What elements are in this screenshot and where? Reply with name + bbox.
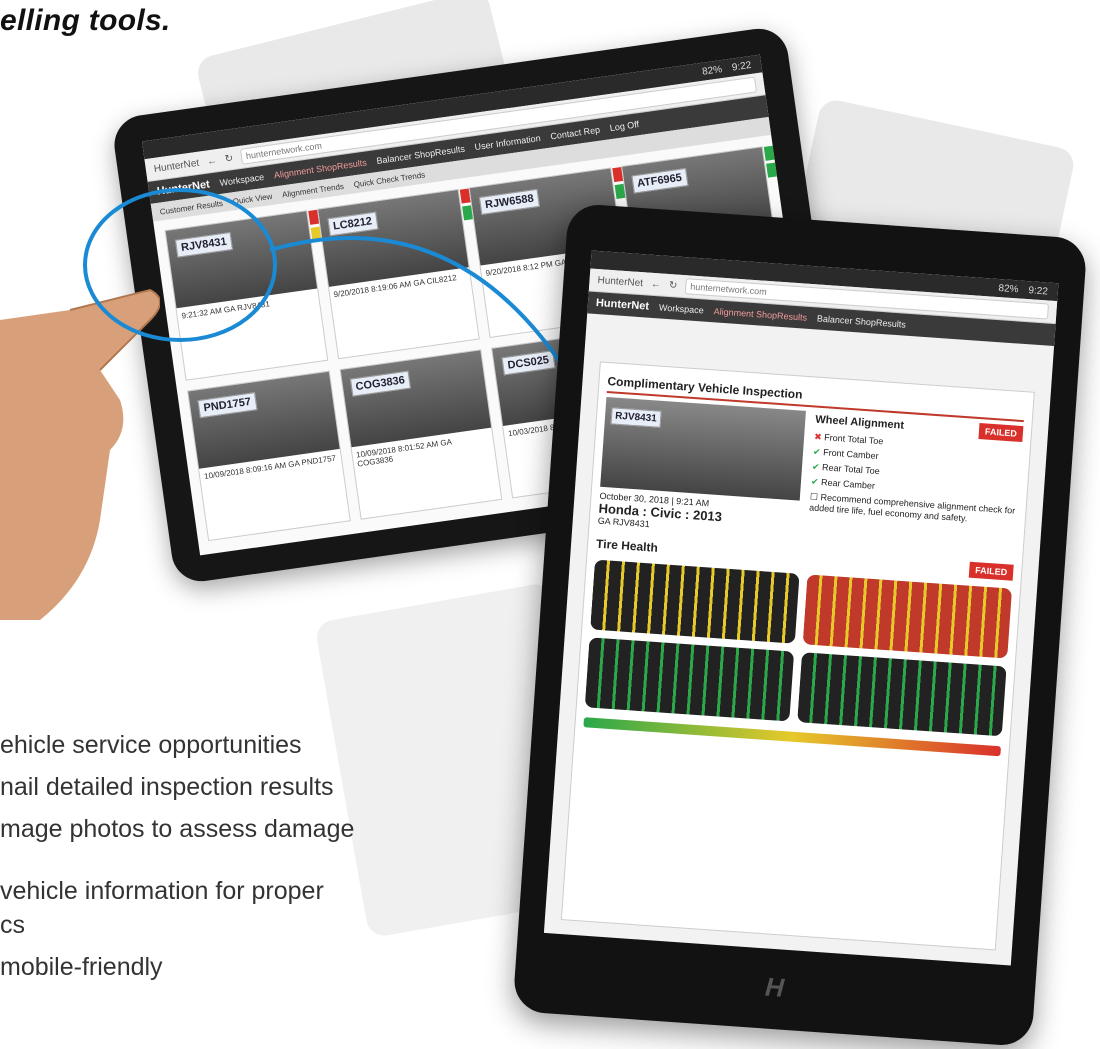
check-label: Front Total Toe: [823, 432, 884, 447]
headline: elling tools.: [0, 4, 171, 37]
feature-item: vehicle information for proper: [0, 877, 324, 905]
check-icon: ✔: [812, 446, 822, 458]
state-code: GA: [287, 458, 300, 470]
feature-item: cs: [0, 911, 25, 939]
failed-badge: FAILED: [968, 561, 1014, 581]
check-label: Rear Total Toe: [821, 462, 881, 477]
state-code: GA: [597, 515, 611, 527]
reload-icon[interactable]: ↻: [669, 280, 678, 292]
check-icon: ✔: [811, 461, 820, 472]
check-icon: ✔: [810, 476, 819, 487]
back-icon[interactable]: ←: [651, 278, 662, 290]
checkbox-icon[interactable]: ☐: [810, 491, 819, 502]
nav-item[interactable]: Balancer ShopResults: [817, 313, 907, 329]
nav-item[interactable]: Alignment ShopResults: [713, 306, 807, 323]
feature-item: nail detailed inspection results: [0, 773, 334, 801]
feature-item: mobile-friendly: [0, 953, 163, 981]
tire-health-title: Tire Health: [595, 536, 659, 555]
feature-item: ehicle service opportunities: [0, 731, 302, 759]
battery-level: 82%: [701, 63, 723, 78]
tire-rear-right[interactable]: [797, 652, 1007, 737]
tire-grid: [584, 559, 1013, 737]
nav-item[interactable]: Contact Rep: [550, 125, 601, 142]
feature-list: ehicle service opportunities nail detail…: [0, 728, 440, 992]
failed-badge: FAILED: [978, 423, 1024, 443]
status-flags: [763, 145, 783, 181]
tire-rear-left[interactable]: [584, 637, 795, 722]
nav-item[interactable]: Workspace: [659, 302, 704, 315]
tablet-right: 82% 9:22 HunterNet ← ↻ hunternetwork.com…: [512, 202, 1088, 1048]
clock: 9:22: [731, 59, 752, 74]
vehicle-photo[interactable]: RJV8431: [600, 396, 806, 501]
inspection-report: Complimentary Vehicle Inspection RJV8431…: [560, 361, 1035, 951]
report-summary: RJV8431 October 30, 2018 | 9:21 AM Honda…: [597, 396, 1024, 555]
vehicle-info: RJV8431 October 30, 2018 | 9:21 AM Honda…: [597, 396, 806, 540]
nav-item[interactable]: Log Off: [609, 119, 639, 133]
x-icon: ✖: [813, 431, 823, 443]
plate-label: RJV8431: [610, 407, 662, 428]
wheel-alignment-panel: Wheel Alignment FAILED ✖ Front Total Toe…: [807, 412, 1024, 555]
check-label: Front Camber: [822, 447, 879, 462]
plate-id: RJV8431: [612, 516, 651, 530]
tire-health-section: Tire Health FAILED: [583, 534, 1014, 757]
browser-tab[interactable]: HunterNet: [597, 275, 643, 289]
tablet-right-screen: 82% 9:22 HunterNet ← ↻ hunternetwork.com…: [543, 250, 1059, 966]
feature-item: mage photos to assess damage: [0, 815, 355, 843]
tire-front-left[interactable]: [590, 559, 800, 644]
hunternet-logo[interactable]: HunterNet: [596, 297, 650, 313]
battery-level: 82%: [998, 282, 1019, 295]
wheel-alignment-title: Wheel Alignment: [814, 413, 905, 432]
home-button-logo[interactable]: H: [764, 971, 785, 1003]
clock: 9:22: [1028, 284, 1049, 297]
back-icon[interactable]: ←: [206, 155, 217, 167]
reload-icon[interactable]: ↻: [224, 152, 234, 164]
check-label: Rear Camber: [820, 477, 876, 491]
tire-front-right[interactable]: [802, 574, 1013, 659]
